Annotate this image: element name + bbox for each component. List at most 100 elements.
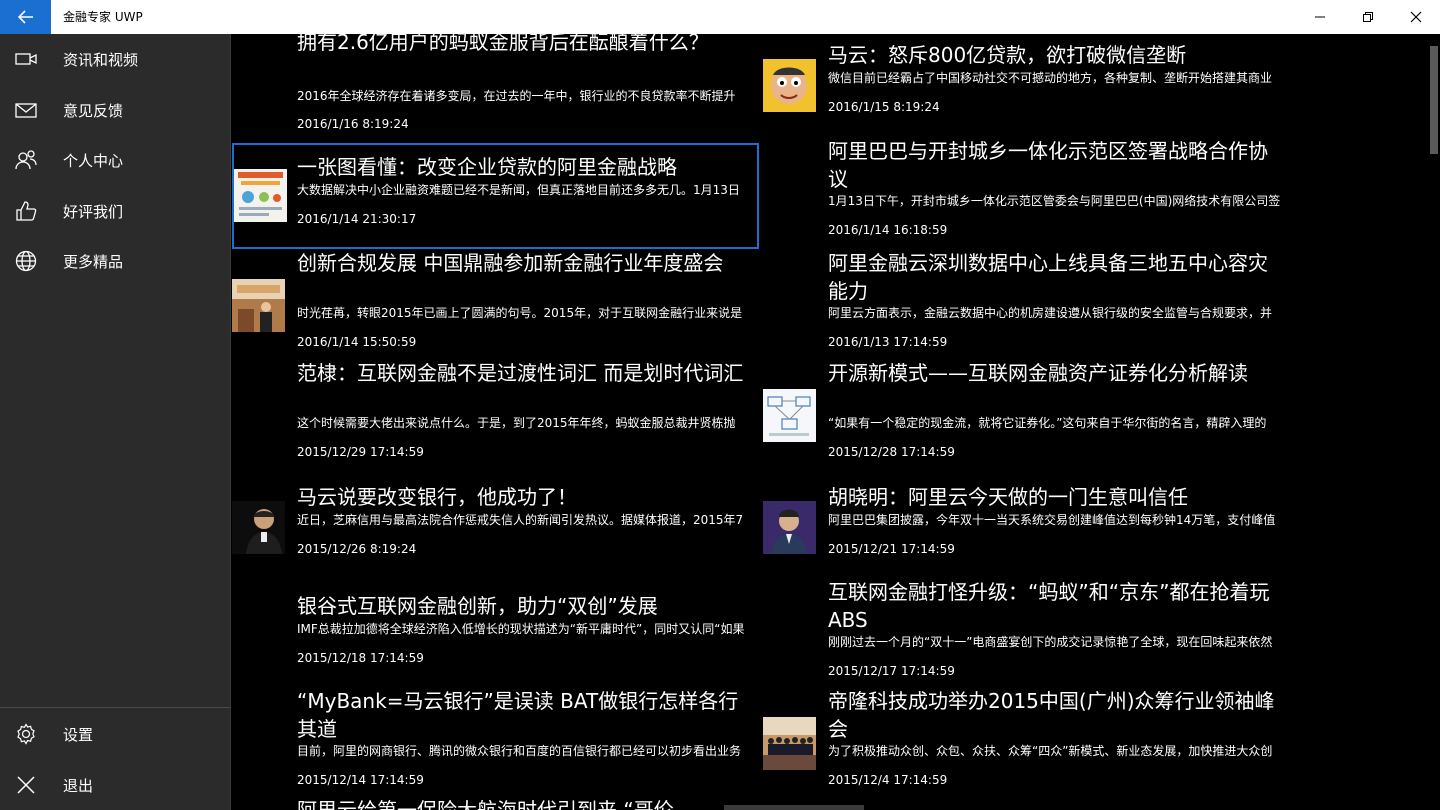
article-card[interactable]: “MyBank=马云银行”是误读 BAT做银行怎样各行其道 目前，阿里的网商银行… — [232, 687, 759, 795]
article-summary: 近日，芝麻信用与最高法院合作惩戒失信人的新闻引发热议。据媒体报道，2015年7 — [297, 513, 744, 527]
article-date: 2015/12/17 17:14:59 — [828, 664, 955, 678]
nav-label: 退出 — [63, 776, 94, 795]
article-date: 2016/1/14 16:18:59 — [828, 223, 948, 237]
article-card[interactable]: 马云：怒斥800亿贷款，欲打破微信垄断 微信目前已经霸占了中国移动社交不可撼动的… — [763, 41, 1290, 125]
close-icon — [0, 760, 51, 810]
article-card[interactable]: 帝隆科技成功举办2015中国(广州)众筹行业领袖峰会 为了积极推动众创、众包、众… — [763, 687, 1290, 795]
article-title: 阿里金融云深圳数据中心上线具备三地五中心容灾能力 — [828, 251, 1268, 303]
article-title: 互联网金融打怪升级：“蚂蚁”和“京东”都在抢着玩ABS — [828, 580, 1270, 632]
article-card-selected[interactable]: 一张图看懂：改变企业贷款的阿里金融战略 大数据解决中小企业融资难题已经不是新闻，… — [232, 143, 759, 249]
article-summary: IMF总裁拉加德将全球经济陷入低增长的现状描述为“新平庸时代”，同时又认同“如果 — [297, 622, 745, 636]
article-title: 开源新模式——互联网金融资产证券化分析解读 — [828, 361, 1248, 385]
article-date: 2015/12/21 17:14:59 — [828, 542, 955, 556]
article-card[interactable]: 银谷式互联网金融创新，助力“双创”发展 IMF总裁拉加德将全球经济陷入低增长的现… — [232, 592, 759, 676]
article-title: 马云说要改变银行，他成功了！ — [297, 485, 577, 509]
article-summary: 为了积极推动众创、众包、众扶、众筹“四众”新模式、新业态发展，加快推进大众创 — [828, 744, 1273, 758]
article-summary: 微信目前已经霸占了中国移动社交不可撼动的地方，各种复制、垄断开始搭建其商业 — [828, 71, 1273, 85]
nav-item-feedback[interactable]: 意见反馈 — [0, 85, 231, 135]
article-summary: 阿里云方面表示，金融云数据中心的机房建设遵从银行级的安全监管与合规要求，并 — [828, 306, 1273, 320]
article-card[interactable]: 互联网金融打怪升级：“蚂蚁”和“京东”都在抢着玩ABS 刚刚过去一个月的“双十一… — [763, 578, 1290, 686]
nav-item-news-video[interactable]: 资讯和视频 — [0, 34, 231, 84]
mail-icon — [0, 85, 51, 135]
article-title: 范棣：互联网金融不是过渡性词汇 而是划时代词汇 — [297, 361, 744, 385]
minimize-icon — [1315, 16, 1325, 18]
article-summary: 刚刚过去一个月的“双十一”电商盛宴创下的成交记录惊艳了全球，现在回味起来依然 — [828, 635, 1273, 649]
article-card[interactable]: 胡晓明：阿里云今天做的一门生意叫信任 阿里巴巴集团披露，今年双十一当天系统交易创… — [763, 483, 1290, 567]
article-thumbnail — [763, 59, 816, 112]
article-title: 阿里云给第一保险大航海时代引到来 “哥伦 — [297, 798, 674, 810]
article-card[interactable]: 阿里金融云深圳数据中心上线具备三地五中心容灾能力 阿里云方面表示，金融云数据中心… — [763, 249, 1290, 357]
article-summary: 这个时候需要大佬出来说点什么。于是，到了2015年年终，蚂蚁金服总裁井贤栋抛 — [297, 416, 736, 430]
article-title: 创新合规发展 中国鼎融参加新金融行业年度盛会 — [297, 251, 724, 275]
article-summary: 1月13日下午，开封市城乡一体化示范区管委会与阿里巴巴(中国)网络技术有限公司签 — [828, 194, 1281, 208]
thumbs-up-icon — [0, 186, 51, 236]
nav-label: 更多精品 — [63, 252, 124, 271]
article-summary: “如果有一个稳定的现金流，就将它证券化。”这句来自于华尔街的名言，精辟入理的 — [828, 416, 1267, 430]
article-card[interactable]: 创新合规发展 中国鼎融参加新金融行业年度盛会 时光荏苒，转眼2015年已画上了圆… — [232, 249, 759, 357]
article-list: 拥有2.6亿用户的蚂蚁金服背后在酝酿着什么？ 2016年全球经济存在着诸多变局，… — [232, 34, 1440, 810]
article-date: 2015/12/18 17:14:59 — [297, 651, 424, 665]
article-date: 2016/1/16 8:19:24 — [297, 117, 409, 131]
vertical-scrollbar[interactable] — [1428, 34, 1440, 810]
article-thumbnail — [763, 501, 816, 554]
article-title: 一张图看懂：改变企业贷款的阿里金融战略 — [297, 155, 677, 179]
back-button[interactable] — [0, 0, 51, 34]
people-icon — [0, 135, 51, 185]
app-title: 金融专家 UWP — [63, 10, 143, 24]
article-date: 2015/12/14 17:14:59 — [297, 773, 424, 787]
article-date: 2016/1/15 8:19:24 — [828, 100, 940, 114]
nav-label: 个人中心 — [63, 151, 124, 170]
article-thumbnail — [234, 169, 287, 222]
gear-icon — [0, 709, 51, 759]
article-card[interactable]: 范棣：互联网金融不是过渡性词汇 而是划时代词汇 这个时候需要大佬出来说点什么。于… — [232, 359, 759, 467]
globe-icon — [0, 236, 51, 286]
close-window-button[interactable] — [1392, 0, 1440, 34]
sidebar: 资讯和视频 意见反馈 个人中心 好评我们 更多精品 设置 退出 — [0, 34, 231, 810]
minimize-button[interactable] — [1296, 0, 1344, 34]
close-window-icon — [1410, 11, 1422, 23]
article-summary: 大数据解决中小企业融资难题已经不是新闻，但真正落地目前还多多无几。1月13日 — [297, 183, 740, 197]
nav-label: 资讯和视频 — [63, 50, 139, 69]
article-card[interactable]: 阿里云给第一保险大航海时代引到来 “哥伦 — [232, 796, 759, 810]
restore-button[interactable] — [1344, 0, 1392, 34]
nav-item-more-apps[interactable]: 更多精品 — [0, 236, 231, 286]
article-card[interactable]: 开源新模式——互联网金融资产证券化分析解读 “如果有一个稳定的现金流，就将它证券… — [763, 359, 1290, 467]
back-arrow-icon — [17, 10, 33, 24]
article-date: 2015/12/28 17:14:59 — [828, 445, 955, 459]
article-title: 马云：怒斥800亿贷款，欲打破微信垄断 — [828, 43, 1187, 67]
nav-item-settings[interactable]: 设置 — [0, 709, 231, 759]
title-bar: 金融专家 UWP — [0, 0, 1440, 34]
horizontal-scrollbar[interactable] — [724, 805, 864, 810]
nav-item-rate-us[interactable]: 好评我们 — [0, 186, 231, 236]
video-icon — [0, 34, 51, 84]
article-date: 2015/12/29 17:14:59 — [297, 445, 424, 459]
article-date: 2015/12/4 17:14:59 — [828, 773, 948, 787]
article-summary: 时光荏苒，转眼2015年已画上了圆满的句号。2015年，对于互联网金融行业来说是 — [297, 306, 743, 320]
article-title: 阿里巴巴与开封城乡一体化示范区签署战略合作协议 — [828, 139, 1268, 191]
nav-label: 好评我们 — [63, 202, 124, 221]
sidebar-divider — [0, 707, 231, 708]
article-thumbnail — [763, 717, 816, 770]
article-card[interactable]: 拥有2.6亿用户的蚂蚁金服背后在酝酿着什么？ 2016年全球经济存在着诸多变局，… — [232, 34, 759, 136]
nav-label: 意见反馈 — [63, 101, 124, 120]
scrollbar-thumb[interactable] — [1430, 46, 1438, 154]
article-title: 银谷式互联网金融创新，助力“双创”发展 — [297, 594, 658, 618]
article-title: “MyBank=马云银行”是误读 BAT做银行怎样各行其道 — [297, 689, 739, 741]
article-thumbnail — [232, 501, 285, 554]
article-date: 2016/1/13 17:14:59 — [828, 335, 948, 349]
restore-icon — [1363, 12, 1373, 22]
article-title: 帝隆科技成功举办2015中国(广州)众筹行业领袖峰会 — [828, 689, 1275, 741]
article-card[interactable]: 马云说要改变银行，他成功了！ 近日，芝麻信用与最高法院合作惩戒失信人的新闻引发热… — [232, 483, 759, 567]
nav-item-profile[interactable]: 个人中心 — [0, 135, 231, 185]
article-summary: 阿里巴巴集团披露，今年双十一当天系统交易创建峰值达到每秒钟14万笔，支付峰值 — [828, 513, 1276, 527]
article-summary: 目前，阿里的网商银行、腾讯的微众银行和百度的百信银行都已经可以初步看出业务 — [297, 744, 742, 758]
article-date: 2016/1/14 21:30:17 — [297, 212, 417, 226]
article-title: 胡晓明：阿里云今天做的一门生意叫信任 — [828, 485, 1188, 509]
article-card[interactable]: 阿里巴巴与开封城乡一体化示范区签署战略合作协议 1月13日下午，开封市城乡一体化… — [763, 137, 1290, 245]
nav-label: 设置 — [63, 725, 94, 744]
nav-item-exit[interactable]: 退出 — [0, 760, 231, 810]
article-date: 2015/12/26 8:19:24 — [297, 542, 417, 556]
article-title: 拥有2.6亿用户的蚂蚁金服背后在酝酿着什么？ — [297, 34, 709, 54]
article-date: 2016/1/14 15:50:59 — [297, 335, 417, 349]
article-summary: 2016年全球经济存在着诸多变局，在过去的一年中，银行业的不良贷款率不断提升 — [297, 89, 736, 103]
